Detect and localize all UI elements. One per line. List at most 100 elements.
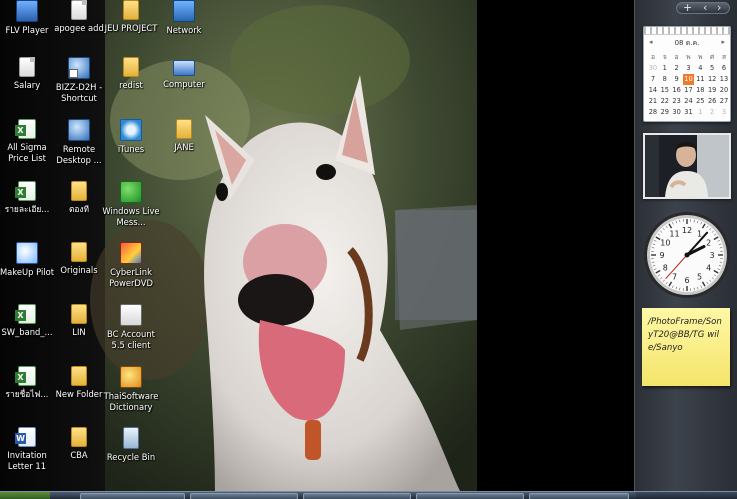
calendar-weekday-header: พ bbox=[686, 53, 691, 61]
desktop-icon-redist[interactable]: redist bbox=[101, 57, 161, 91]
taskbar-button[interactable] bbox=[80, 493, 185, 499]
calendar-day[interactable]: 16 bbox=[671, 85, 683, 96]
calendar-day[interactable]: 11 bbox=[694, 74, 706, 85]
desktop-icon-thaisoftware-dictionary[interactable]: ThaiSoftware Dictionary bbox=[101, 366, 161, 412]
calendar-day[interactable]: 2 bbox=[671, 63, 683, 74]
taskbar-button[interactable] bbox=[190, 493, 298, 499]
desktop-icon-bc-account[interactable]: BC Account 5.5 client bbox=[101, 304, 161, 350]
sidebar-next-button[interactable]: › bbox=[717, 1, 721, 14]
calendar-day[interactable]: 12 bbox=[706, 74, 718, 85]
calendar-day[interactable]: 23 bbox=[671, 96, 683, 107]
desktop-icon-remote-desktop[interactable]: Remote Desktop ... bbox=[49, 119, 109, 165]
desktop-icon-cyberlink-powerdvd[interactable]: CyberLink PowerDVD bbox=[101, 242, 161, 288]
sidebar-prev-button[interactable]: ‹ bbox=[703, 1, 707, 14]
calendar-week-row: 7 8 9 10 11 12 13 bbox=[647, 74, 730, 85]
document-icon bbox=[19, 57, 35, 77]
calendar-day[interactable]: 21 bbox=[647, 96, 659, 107]
calendar-week-row: 28 29 30 31 1 2 3 bbox=[647, 107, 730, 118]
folder-icon bbox=[71, 181, 87, 201]
desktop-icon-apogee-add[interactable]: apogee add bbox=[49, 0, 109, 34]
calendar-weekday-header: อ bbox=[650, 53, 655, 61]
calendar-day[interactable]: 6 bbox=[718, 63, 730, 74]
calendar-day[interactable]: 1 bbox=[659, 63, 671, 74]
icon-label: CBA bbox=[70, 450, 88, 460]
taskbar-button[interactable] bbox=[529, 493, 629, 499]
note-text[interactable]: /PhotoFrame/SonyT20@BB/TG wile/Sanyo bbox=[648, 316, 726, 355]
calendar-day[interactable]: 13 bbox=[718, 74, 730, 85]
calendar-gadget[interactable]: ◂ 08 ต.ค. ▸ อจอพพศส 30 1 2 3 4 5 6 7 8 9 10 11 12 13 14… bbox=[643, 26, 731, 122]
calendar-day[interactable]: 22 bbox=[659, 96, 671, 107]
clock-gadget[interactable]: 1 2 3 4 5 6 7 8 9 10 11 12 bbox=[642, 210, 732, 300]
icon-label: BC Account 5.5 client bbox=[107, 329, 155, 350]
desktop-icon-lin[interactable]: LIN bbox=[49, 304, 109, 338]
desktop-icon-thai-folder[interactable]: ตองที bbox=[49, 181, 109, 215]
itunes-icon bbox=[120, 119, 142, 141]
calendar-day[interactable]: 10 bbox=[682, 74, 695, 85]
desktop-icon-itunes[interactable]: iTunes bbox=[101, 119, 161, 155]
notes-gadget[interactable]: /PhotoFrame/SonyT20@BB/TG wile/Sanyo bbox=[642, 308, 730, 386]
desktop-icon-windows-live-messenger[interactable]: Windows Live Mess... bbox=[101, 181, 161, 227]
calendar-day[interactable]: 19 bbox=[706, 85, 718, 96]
calendar-weekday-header: ศ bbox=[710, 53, 715, 61]
desktop-icon-originals[interactable]: Originals bbox=[49, 242, 109, 276]
folder-icon bbox=[71, 304, 87, 324]
makeup-pilot-icon bbox=[16, 242, 38, 264]
calendar-day[interactable]: 3 bbox=[683, 63, 695, 74]
icon-label: Windows Live Mess... bbox=[102, 206, 160, 227]
calendar-day[interactable]: 1 bbox=[694, 107, 706, 118]
clock-numeral: 11 bbox=[669, 229, 679, 238]
calendar-day[interactable]: 5 bbox=[706, 63, 718, 74]
slideshow-gadget[interactable] bbox=[643, 133, 731, 199]
desktop-icon-network[interactable]: Network bbox=[154, 0, 214, 36]
calendar-day[interactable]: 3 bbox=[718, 107, 730, 118]
icon-label: New Folder bbox=[55, 389, 103, 399]
calendar-day[interactable]: 20 bbox=[718, 85, 730, 96]
slideshow-photo bbox=[645, 135, 729, 197]
desktop-icon-bizz-shortcut[interactable]: BIZZ-D2H - Shortcut bbox=[49, 57, 109, 103]
calendar-day[interactable]: 17 bbox=[683, 85, 695, 96]
calendar-header: ◂ 08 ต.ค. ▸ bbox=[644, 38, 730, 49]
start-button[interactable] bbox=[0, 492, 50, 499]
calendar-day[interactable]: 25 bbox=[694, 96, 706, 107]
taskbar bbox=[0, 491, 737, 499]
taskbar-button[interactable] bbox=[416, 493, 524, 499]
excel-icon bbox=[15, 304, 36, 324]
clock-numeral: 12 bbox=[682, 226, 692, 235]
messenger-icon bbox=[120, 181, 142, 203]
calendar-day[interactable]: 15 bbox=[659, 85, 671, 96]
calendar-day[interactable]: 30 bbox=[647, 63, 659, 74]
desktop-icon-recycle-bin[interactable]: Recycle Bin bbox=[101, 427, 161, 463]
excel-icon bbox=[15, 366, 36, 386]
taskbar-button[interactable] bbox=[303, 493, 411, 499]
desktop-icon-jeu-project[interactable]: JEU PROJECT bbox=[101, 0, 161, 34]
calendar-day[interactable]: 31 bbox=[683, 107, 695, 118]
calendar-day[interactable]: 7 bbox=[647, 74, 659, 85]
folder-icon bbox=[123, 0, 139, 20]
desktop-icon-new-folder[interactable]: New Folder bbox=[49, 366, 109, 400]
calendar-day[interactable]: 2 bbox=[706, 107, 718, 118]
calendar-day[interactable]: 26 bbox=[706, 96, 718, 107]
calendar-day[interactable]: 28 bbox=[647, 107, 659, 118]
calendar-day[interactable]: 30 bbox=[671, 107, 683, 118]
clock-numeral: 4 bbox=[706, 264, 711, 273]
calendar-day[interactable]: 9 bbox=[671, 74, 683, 85]
recycle-bin-icon bbox=[123, 427, 139, 449]
calendar-day[interactable]: 18 bbox=[694, 85, 706, 96]
icon-label: Remote Desktop ... bbox=[56, 144, 102, 165]
desktop-icon-computer[interactable]: Computer bbox=[154, 57, 214, 90]
clock-numeral: 7 bbox=[672, 273, 677, 282]
calendar-weekday-row: อจอพพศส bbox=[647, 52, 730, 63]
calendar-day[interactable]: 14 bbox=[647, 85, 659, 96]
calendar-day[interactable]: 8 bbox=[659, 74, 671, 85]
calendar-day[interactable]: 4 bbox=[694, 63, 706, 74]
desktop-icon-cba[interactable]: CBA bbox=[49, 427, 109, 461]
calendar-next-month-button[interactable]: ▸ bbox=[721, 38, 725, 46]
calendar-day[interactable]: 24 bbox=[683, 96, 695, 107]
desktop-icon-jane[interactable]: JANE bbox=[154, 119, 214, 153]
calendar-day[interactable]: 27 bbox=[718, 96, 730, 107]
calendar-day[interactable]: 29 bbox=[659, 107, 671, 118]
folder-icon bbox=[71, 242, 87, 262]
excel-icon bbox=[15, 119, 36, 139]
add-gadget-button[interactable]: + bbox=[683, 1, 692, 14]
icon-label: ThaiSoftware Dictionary bbox=[103, 391, 159, 412]
